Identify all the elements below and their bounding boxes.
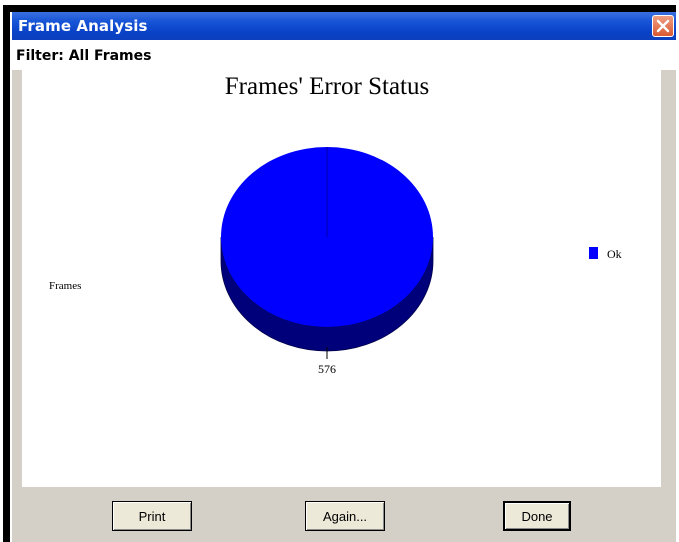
print-button[interactable]: Print bbox=[112, 501, 192, 531]
title-bar[interactable]: Frame Analysis bbox=[12, 12, 676, 40]
close-icon bbox=[656, 19, 670, 33]
series-label: Frames bbox=[49, 280, 81, 292]
window-title: Frame Analysis bbox=[18, 17, 148, 35]
legend-label: Ok bbox=[607, 247, 622, 261]
chart-area: Frames' Error Status Frames 576 Ok bbox=[22, 70, 661, 487]
data-label: 576 bbox=[318, 362, 336, 376]
filter-label: Filter: All Frames bbox=[16, 48, 152, 64]
chart-title: Frames' Error Status bbox=[225, 73, 429, 100]
frame-analysis-window: Frame Analysis Filter: All Frames Frames… bbox=[3, 5, 676, 542]
close-button[interactable] bbox=[652, 15, 674, 37]
done-button[interactable]: Done bbox=[503, 501, 571, 531]
window-frame: Frame Analysis Filter: All Frames Frames… bbox=[10, 12, 676, 542]
pie-chart: Frames' Error Status Frames 576 Ok bbox=[49, 73, 622, 376]
filter-bar: Filter: All Frames bbox=[12, 40, 676, 70]
pie-group: 576 bbox=[220, 147, 434, 376]
legend-swatch bbox=[589, 247, 598, 259]
again-button[interactable]: Again... bbox=[305, 501, 385, 531]
legend: Ok bbox=[589, 247, 622, 261]
